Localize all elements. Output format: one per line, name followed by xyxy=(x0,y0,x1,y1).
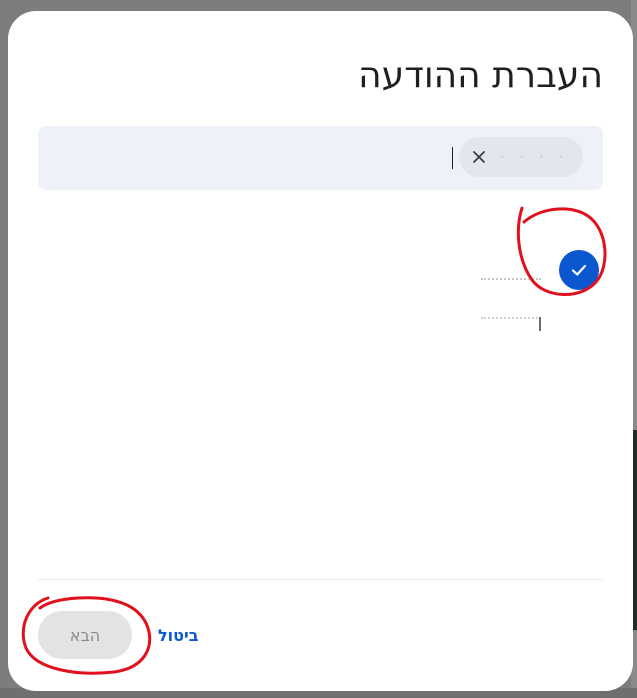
forward-message-dialog: העברת ההודעה · · · · ביטול הבא xyxy=(8,11,633,691)
check-icon[interactable] xyxy=(559,250,599,290)
list-item-subtitle xyxy=(481,317,541,331)
next-button[interactable]: הבא xyxy=(38,611,132,659)
list-item[interactable] xyxy=(345,221,615,331)
text-caret xyxy=(452,147,453,169)
close-icon[interactable] xyxy=(469,147,489,167)
cancel-button[interactable]: ביטול xyxy=(158,621,199,649)
recipient-input[interactable]: · · · · xyxy=(38,126,603,190)
dialog-title: העברת ההודעה xyxy=(358,55,603,96)
footer-divider xyxy=(38,579,603,580)
list-item-title xyxy=(481,278,541,286)
recipient-chip-name: · · · · xyxy=(500,150,569,164)
conversation-list xyxy=(25,211,615,579)
recipient-chip[interactable]: · · · · xyxy=(459,137,583,177)
